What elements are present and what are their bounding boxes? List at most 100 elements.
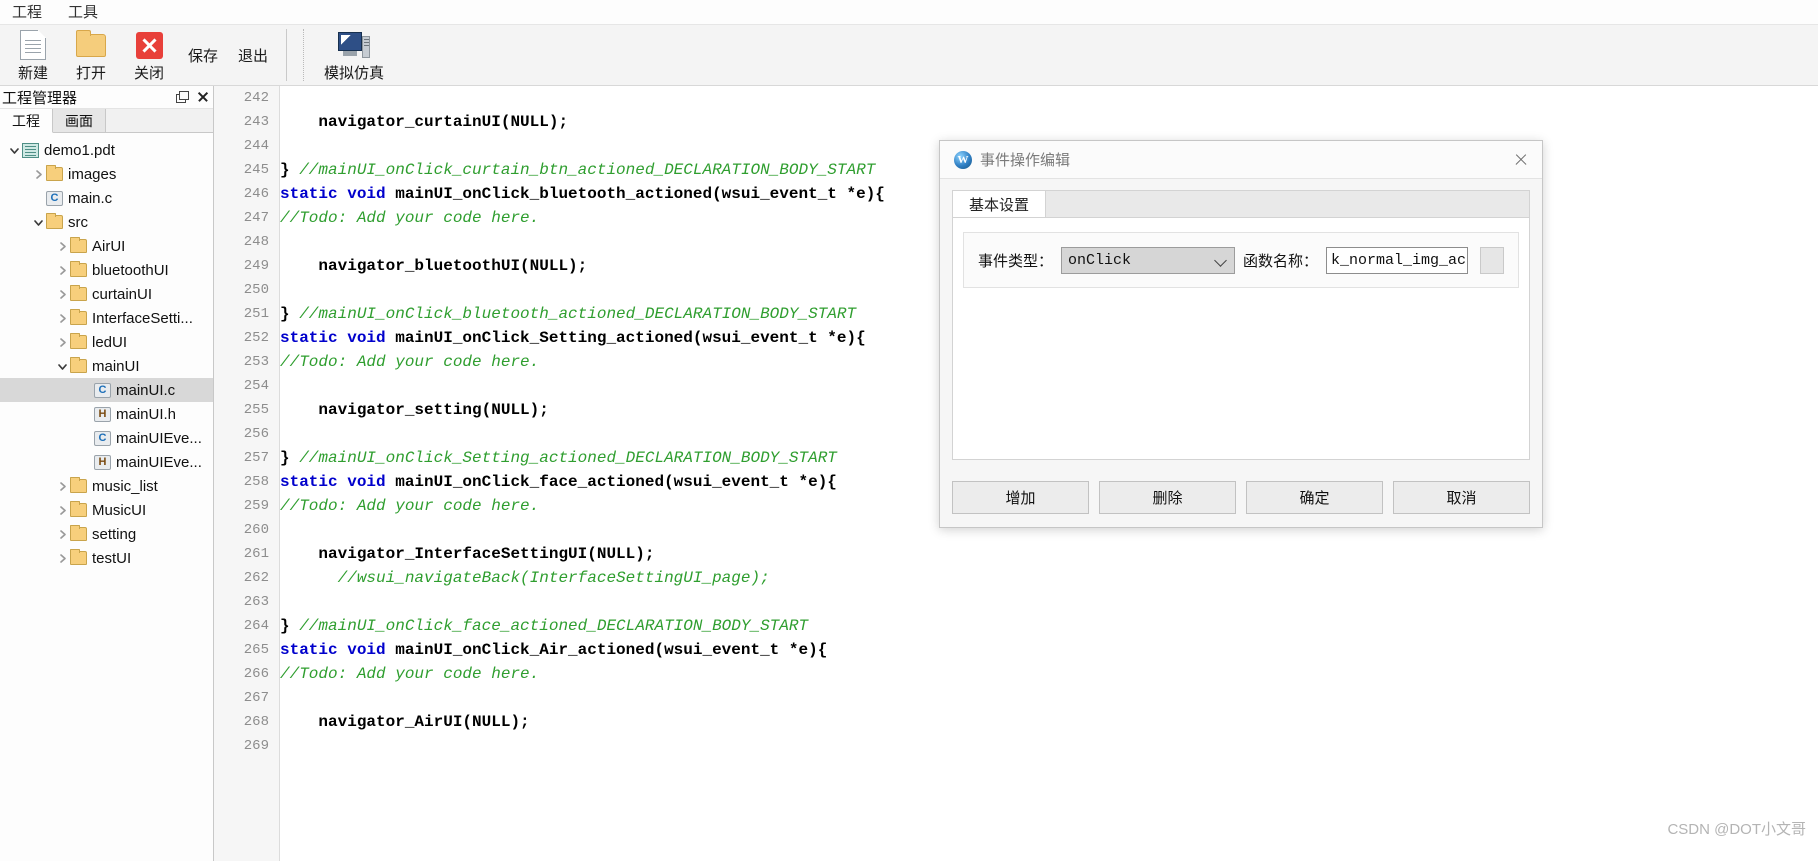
simulate-button[interactable]: 模拟仿真	[312, 25, 396, 85]
event-type-label: 事件类型：	[978, 253, 1054, 270]
project-tree[interactable]: demo1.pdt images Cmain.c src AirUI bluetoothU…	[0, 133, 213, 570]
tree-node-label: mainUI.c	[116, 381, 176, 399]
tree-node-musicui[interactable]: MusicUI	[0, 498, 213, 522]
tree-node-setting[interactable]: setting	[0, 522, 213, 546]
code-token: //Todo: Add your code here.	[280, 665, 540, 683]
line-number: 262	[243, 570, 269, 586]
tab-screen[interactable]: 画面	[53, 109, 106, 132]
code-line[interactable]	[280, 734, 1818, 758]
tree-node-mainuieve...[interactable]: CmainUIEve...	[0, 426, 213, 450]
code-token: }	[280, 449, 300, 467]
tree-node-bluetoothui[interactable]: bluetoothUI	[0, 258, 213, 282]
code-line[interactable]	[280, 86, 1818, 110]
tree-node-label: src	[68, 213, 88, 231]
line-number: 243	[243, 114, 269, 130]
chevron-right-icon[interactable]	[54, 289, 70, 300]
tab-basic-settings[interactable]: 基本设置	[952, 190, 1047, 217]
chevron-right-icon[interactable]	[54, 337, 70, 348]
new-button[interactable]: 新建	[4, 25, 62, 85]
chevron-right-icon[interactable]	[54, 529, 70, 540]
function-name-input[interactable]: k_normal_img_actioned	[1325, 246, 1469, 274]
line-number: 266	[243, 666, 269, 682]
dialog-body: 基本设置 事件类型： onClick 函数名称： k_normal_img_ac…	[940, 179, 1542, 467]
close-button[interactable]: 关闭	[120, 25, 178, 85]
chevron-down-icon[interactable]	[54, 361, 70, 372]
chevron-down-icon[interactable]	[30, 217, 46, 228]
confirm-button[interactable]: 确定	[1246, 480, 1383, 514]
tree-node-demo1.pdt[interactable]: demo1.pdt	[0, 138, 213, 162]
chevron-right-icon[interactable]	[54, 313, 70, 324]
line-number: 263	[243, 594, 269, 610]
menu-item-project[interactable]: 工程	[6, 0, 48, 24]
delete-button[interactable]: 删除	[1099, 480, 1236, 514]
close-icon[interactable]	[1510, 149, 1532, 171]
tree-node-label: demo1.pdt	[44, 141, 115, 159]
field-spinner-stub[interactable]	[1480, 246, 1504, 274]
code-line[interactable]	[280, 686, 1818, 710]
tree-node-label: bluetoothUI	[92, 261, 169, 279]
dialog-tabs: 基本设置	[952, 189, 1530, 217]
chevron-right-icon[interactable]	[30, 169, 46, 180]
tree-node-images[interactable]: images	[0, 162, 213, 186]
h-file-icon: H	[94, 454, 111, 470]
tree-node-label: setting	[92, 525, 137, 543]
code-line[interactable]: //Todo: Add your code here.	[280, 662, 1818, 686]
tree-node-label: images	[68, 165, 117, 183]
code-line[interactable]: navigator_AirUI(NULL);	[280, 710, 1818, 734]
line-number: 267	[243, 690, 269, 706]
app-logo-icon	[954, 150, 972, 169]
c-file-icon: C	[94, 430, 111, 446]
tree-node-label: curtainUI	[92, 285, 153, 303]
tree-node-label: testUI	[92, 549, 132, 567]
folder-icon	[70, 525, 87, 541]
code-line[interactable]: static void mainUI_onClick_Air_actioned(…	[280, 638, 1818, 662]
event-type-select[interactable]: onClick	[1061, 246, 1235, 274]
c-file-icon: C	[94, 382, 111, 398]
line-number: 248	[243, 234, 269, 250]
chevron-right-icon[interactable]	[54, 553, 70, 564]
toolbar-separator	[286, 29, 288, 81]
code-line[interactable]: //wsui_navigateBack(InterfaceSettingUI_p…	[280, 566, 1818, 590]
restore-window-icon[interactable]	[176, 91, 189, 103]
new-file-icon	[20, 29, 46, 61]
close-icon[interactable]	[197, 91, 209, 103]
toolbar-grip	[303, 29, 305, 81]
tree-node-interfacesetti...[interactable]: InterfaceSetti...	[0, 306, 213, 330]
exit-button[interactable]: 退出	[228, 25, 278, 85]
tree-node-mainui[interactable]: mainUI	[0, 354, 213, 378]
project-manager-panel: 工程管理器 工程 画面 demo1.pdt images Cmain.c src Air…	[0, 86, 214, 861]
tree-node-mainui.h[interactable]: HmainUI.h	[0, 402, 213, 426]
chevron-down-icon[interactable]	[6, 145, 22, 156]
code-line[interactable]	[280, 590, 1818, 614]
cancel-button[interactable]: 取消	[1393, 480, 1530, 514]
code-token: static void	[280, 185, 396, 203]
tree-node-curtainui[interactable]: curtainUI	[0, 282, 213, 306]
function-name-label: 函数名称：	[1242, 253, 1318, 270]
code-line[interactable]: navigator_curtainUI(NULL);	[280, 110, 1818, 134]
open-button[interactable]: 打开	[62, 25, 120, 85]
tree-node-music_list[interactable]: music_list	[0, 474, 213, 498]
chevron-right-icon[interactable]	[54, 265, 70, 276]
tree-node-main.c[interactable]: Cmain.c	[0, 186, 213, 210]
toolbar: 新建 打开 关闭 保存 退出 模拟仿真	[0, 24, 1818, 86]
tree-node-airui[interactable]: AirUI	[0, 234, 213, 258]
open-button-label: 打开	[75, 66, 106, 82]
line-number: 249	[243, 258, 269, 274]
save-button[interactable]: 保存	[178, 25, 228, 85]
menu-item-tools[interactable]: 工具	[62, 0, 104, 24]
chevron-right-icon[interactable]	[54, 481, 70, 492]
tree-node-testui[interactable]: testUI	[0, 546, 213, 570]
code-line[interactable]: navigator_InterfaceSettingUI(NULL);	[280, 542, 1818, 566]
add-button[interactable]: 增加	[952, 480, 1089, 514]
tree-node-ledui[interactable]: ledUI	[0, 330, 213, 354]
chevron-right-icon[interactable]	[54, 241, 70, 252]
event-action-editor-dialog[interactable]: 事件操作编辑 基本设置 事件类型： onClick 函数名称： k_normal…	[939, 140, 1543, 528]
tree-node-src[interactable]: src	[0, 210, 213, 234]
code-line[interactable]: } //mainUI_onClick_face_actioned_DECLARA…	[280, 614, 1818, 638]
folder-icon	[46, 165, 63, 181]
chevron-right-icon[interactable]	[54, 505, 70, 516]
tree-node-mainuieve...[interactable]: HmainUIEve...	[0, 450, 213, 474]
tab-project[interactable]: 工程	[0, 109, 53, 133]
tree-node-mainui.c[interactable]: CmainUI.c	[0, 378, 213, 402]
code-token: navigator_curtainUI	[280, 113, 501, 131]
